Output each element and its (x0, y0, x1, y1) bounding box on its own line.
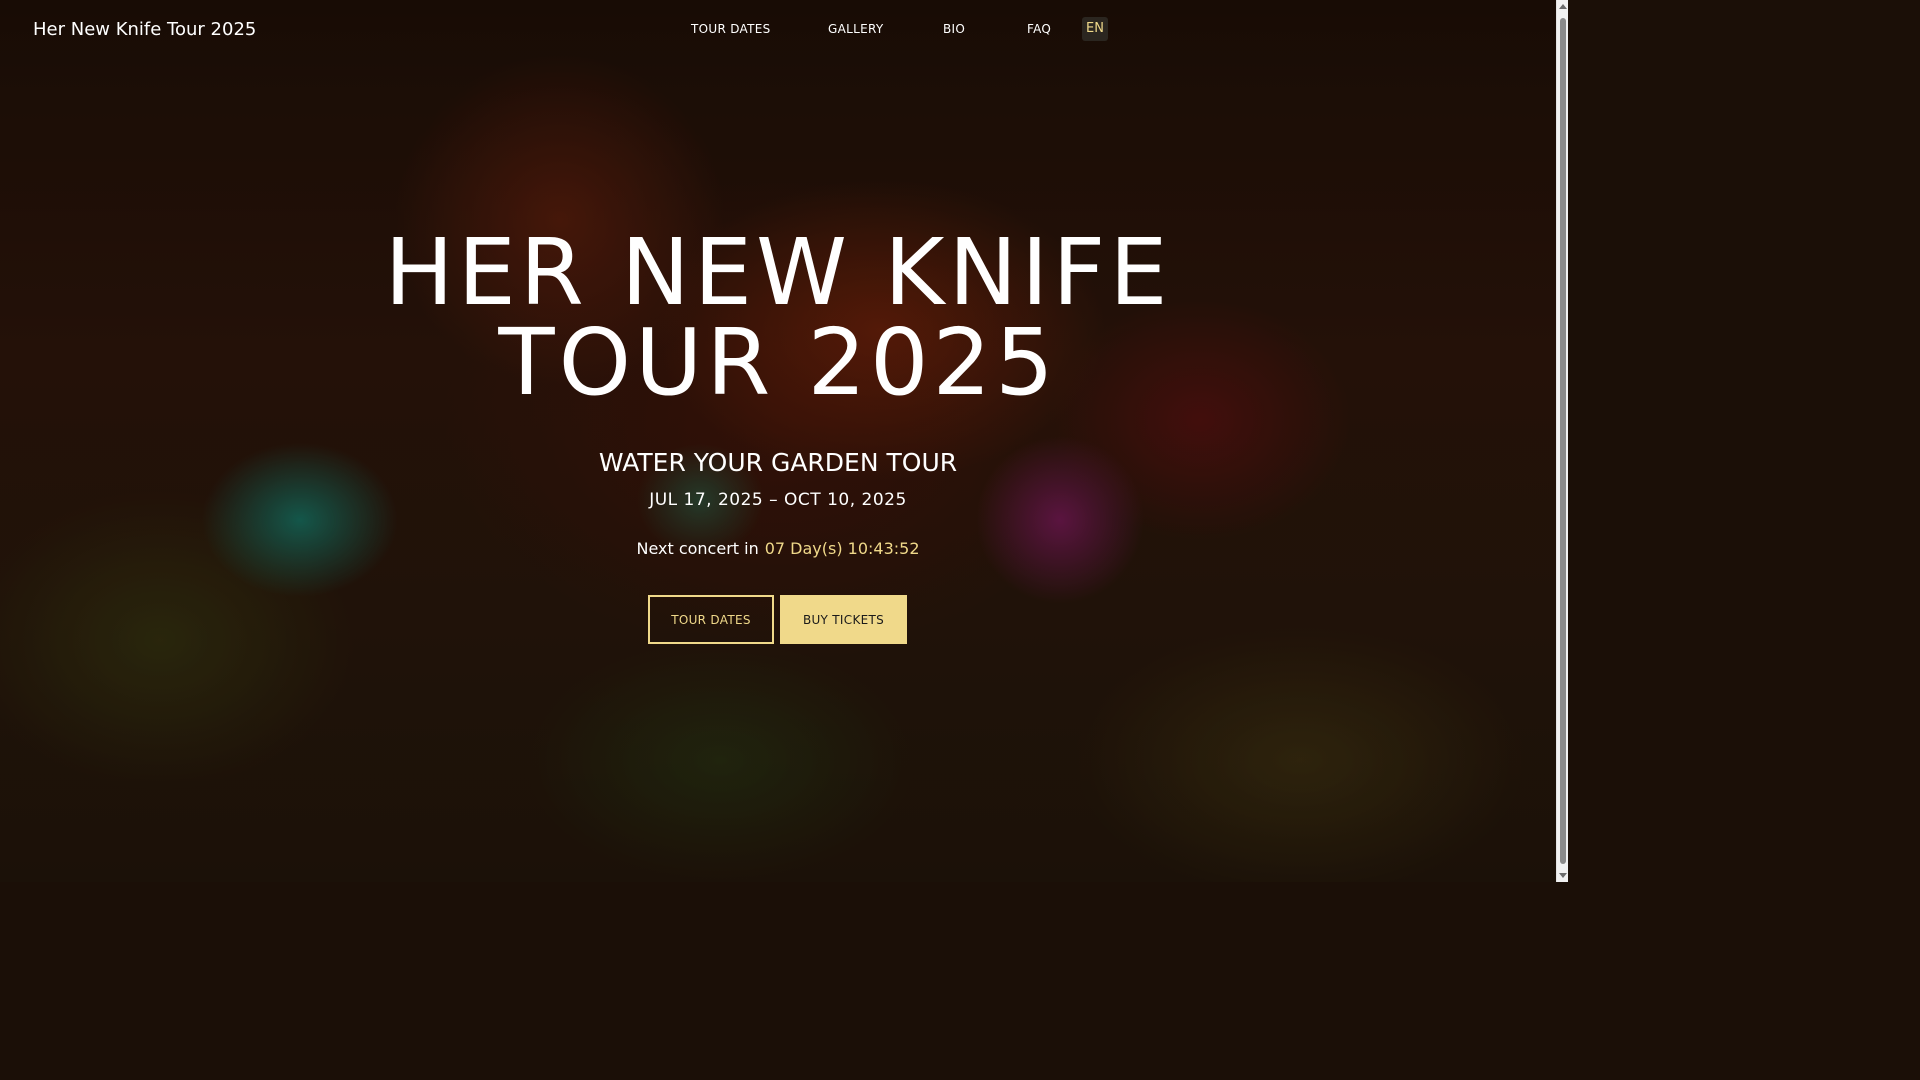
vertical-scrollbar[interactable] (1556, 0, 1568, 882)
scrollbar-thumb[interactable] (1560, 18, 1566, 864)
tour-subtitle: WATER YOUR GARDEN TOUR (598, 448, 958, 477)
top-navigation: Her New Knife Tour 2025 TOUR DATES GALLE… (0, 0, 1556, 58)
nav-link-tour-dates[interactable]: TOUR DATES (691, 22, 771, 36)
next-concert-countdown: Next concert in 07 Day(s) 10:43:52 (478, 539, 1078, 558)
page: Her New Knife Tour 2025 TOUR DATES GALLE… (0, 0, 1568, 882)
scroll-up-arrow-icon[interactable] (1559, 4, 1567, 9)
hero-title-line-2: TOUR 2025 (498, 309, 1058, 416)
scroll-down-arrow-icon[interactable] (1559, 873, 1567, 878)
nav-link-gallery[interactable]: GALLERY (828, 22, 883, 36)
site-brand-link[interactable]: Her New Knife Tour 2025 (33, 19, 256, 40)
countdown-label: Next concert in (636, 539, 759, 558)
nav-link-faq[interactable]: FAQ (1027, 22, 1051, 36)
buy-tickets-button[interactable]: BUY TICKETS (780, 595, 907, 644)
hero-overlay (0, 0, 1556, 882)
language-selector[interactable]: EN (1082, 17, 1108, 41)
countdown-timer: 07 Day(s) 10:43:52 (764, 539, 920, 558)
tour-date-range: JUL 17, 2025 – OCT 10, 2025 (649, 490, 907, 510)
nav-link-bio[interactable]: BIO (943, 22, 965, 36)
hero-title: HER NEW KNIFE TOUR 2025 (378, 227, 1178, 409)
tour-dates-button[interactable]: TOUR DATES (648, 595, 774, 644)
